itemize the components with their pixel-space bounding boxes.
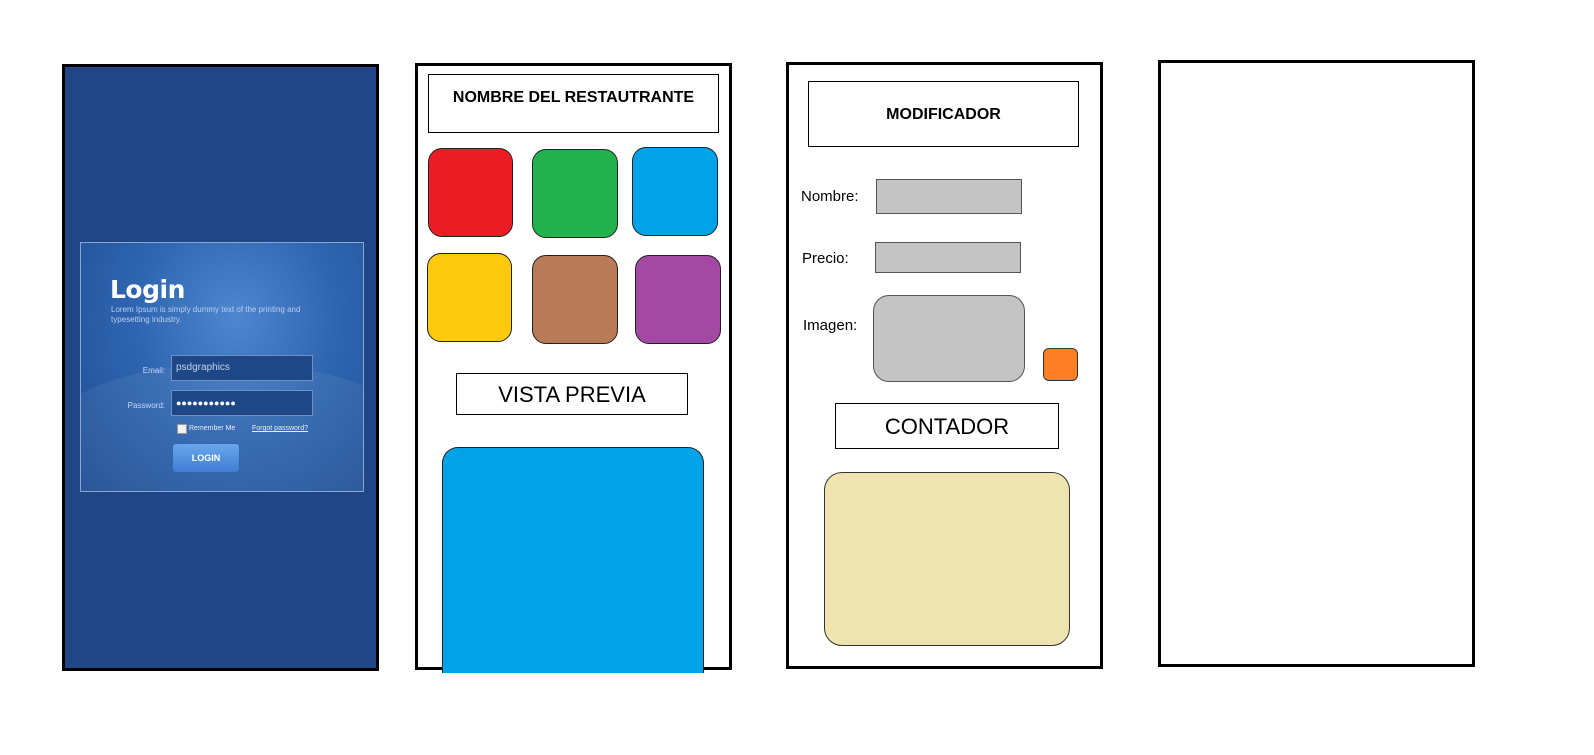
price-input[interactable] bbox=[875, 242, 1021, 273]
login-title: Login bbox=[110, 275, 185, 304]
category-tile-blue[interactable] bbox=[632, 147, 718, 236]
email-label: Email: bbox=[142, 366, 165, 375]
menu-screen: NOMBRE DEL RESTAUTRANTE VISTA PREVIA bbox=[415, 63, 732, 673]
login-button[interactable]: LOGIN bbox=[172, 443, 240, 473]
remember-checkbox[interactable] bbox=[177, 424, 187, 434]
forgot-password-link[interactable]: Forgot password? bbox=[252, 425, 308, 432]
password-label: Password: bbox=[127, 401, 165, 410]
category-tile-green[interactable] bbox=[532, 149, 618, 238]
category-tile-yellow[interactable] bbox=[427, 253, 512, 342]
modifier-header: MODIFICADOR bbox=[808, 81, 1079, 147]
image-placeholder[interactable] bbox=[873, 295, 1025, 382]
counter-area bbox=[824, 472, 1070, 646]
category-tile-brown[interactable] bbox=[532, 255, 618, 344]
image-label: Imagen: bbox=[803, 317, 858, 334]
image-upload-button[interactable] bbox=[1043, 348, 1078, 381]
restaurant-name-header: NOMBRE DEL RESTAUTRANTE bbox=[428, 74, 719, 133]
name-label: Nombre: bbox=[801, 188, 859, 205]
preview-area bbox=[442, 447, 704, 673]
login-subtitle: Lorem Ipsum is simply dummy text of the … bbox=[111, 305, 301, 324]
category-tile-purple[interactable] bbox=[635, 255, 721, 344]
email-field[interactable]: psdgraphics bbox=[171, 355, 313, 381]
preview-label: VISTA PREVIA bbox=[456, 373, 688, 415]
login-card: Login Lorem Ipsum is simply dummy text o… bbox=[80, 242, 364, 492]
editor-screen: MODIFICADOR Nombre: Precio: Imagen: CONT… bbox=[786, 62, 1103, 669]
password-field[interactable]: ●●●●●●●●●●● bbox=[171, 390, 313, 416]
name-input[interactable] bbox=[876, 179, 1022, 214]
counter-label: CONTADOR bbox=[835, 403, 1059, 449]
price-label: Precio: bbox=[802, 250, 849, 267]
remember-label: Remember Me bbox=[189, 425, 236, 432]
category-tile-red[interactable] bbox=[428, 148, 513, 237]
empty-screen bbox=[1158, 60, 1475, 667]
login-screen: Login Lorem Ipsum is simply dummy text o… bbox=[62, 64, 379, 671]
